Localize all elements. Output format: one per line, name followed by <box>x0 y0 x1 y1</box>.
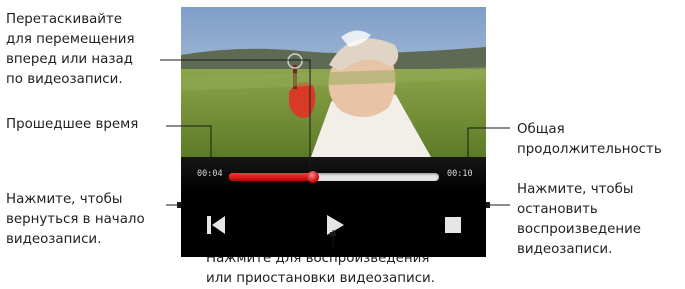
skip-to-start-icon <box>207 216 225 234</box>
annotation-elapsed-time: Прошедшее время <box>6 117 139 132</box>
seek-progress-fill <box>229 173 313 181</box>
annotation-total-duration: Общая продолжительность <box>517 122 662 157</box>
play-icon <box>327 215 344 235</box>
elapsed-time: 00:04 <box>197 169 223 179</box>
seek-handle[interactable] <box>307 171 319 183</box>
annotation-stop: Нажмите, чтобы остановить воспроизведени… <box>517 182 642 257</box>
control-bar <box>181 193 486 257</box>
seek-bar[interactable] <box>229 171 439 183</box>
play-pause-button[interactable] <box>320 209 350 241</box>
total-duration: 00:10 <box>447 169 473 179</box>
video-player: 00:04 00:10 <box>181 7 486 257</box>
stop-icon <box>445 217 461 233</box>
previous-button[interactable] <box>201 209 231 241</box>
annotation-drag-seek: Перетаскивайте для перемещения вперед ил… <box>6 12 135 87</box>
annotation-restart: Нажмите, чтобы вернуться в начало видеоз… <box>6 192 145 247</box>
video-still-image <box>181 7 486 157</box>
stop-button[interactable] <box>438 209 468 241</box>
seek-strip: 00:04 00:10 <box>181 157 486 193</box>
video-frame[interactable] <box>181 7 486 157</box>
